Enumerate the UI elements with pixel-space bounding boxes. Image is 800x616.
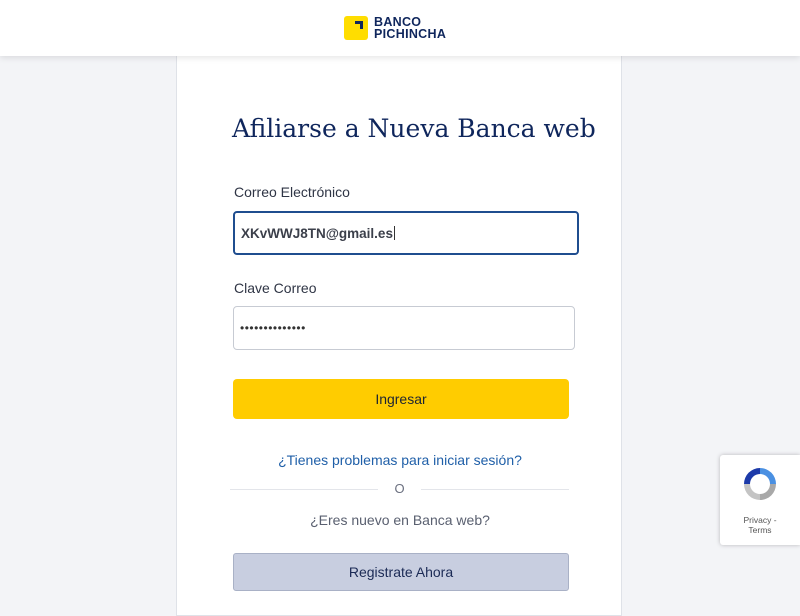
login-help-link[interactable]: ¿Tienes problemas para iniciar sesión? bbox=[177, 452, 623, 468]
recaptcha-icon bbox=[744, 468, 776, 500]
recaptcha-terms-link[interactable]: Terms bbox=[748, 525, 771, 535]
top-header: BANCO PICHINCHA bbox=[0, 0, 800, 56]
email-value: XKvWWJ8TN@gmail.es bbox=[241, 225, 393, 241]
password-label: Clave Correo bbox=[234, 280, 317, 296]
divider-line-right bbox=[421, 489, 569, 490]
password-field[interactable]: •••••••••••••• bbox=[233, 306, 575, 350]
recaptcha-links: Privacy - Terms bbox=[720, 515, 800, 535]
text-caret bbox=[393, 226, 395, 240]
register-button[interactable]: Registrate Ahora bbox=[233, 553, 569, 591]
recaptcha-privacy-link[interactable]: Privacy bbox=[743, 515, 771, 525]
password-value: •••••••••••••• bbox=[240, 321, 306, 335]
or-divider: O bbox=[230, 481, 569, 497]
page-title: Afiliarse a Nueva Banca web bbox=[232, 114, 596, 143]
submit-button[interactable]: Ingresar bbox=[233, 379, 569, 419]
recaptcha-separator: - bbox=[773, 515, 777, 525]
bank-logo[interactable]: BANCO PICHINCHA bbox=[344, 14, 446, 42]
signup-card: Afiliarse a Nueva Banca web Correo Elect… bbox=[176, 56, 622, 616]
logo-line-2: PICHINCHA bbox=[374, 27, 447, 41]
logo-text: BANCO PICHINCHA bbox=[374, 16, 447, 41]
new-user-text: ¿Eres nuevo en Banca web? bbox=[310, 512, 490, 528]
email-label: Correo Electrónico bbox=[234, 184, 350, 200]
banco-pichincha-logo-icon bbox=[344, 16, 368, 40]
email-field[interactable]: XKvWWJ8TN@gmail.es bbox=[233, 211, 579, 255]
recaptcha-badge[interactable]: Privacy - Terms bbox=[720, 455, 800, 545]
